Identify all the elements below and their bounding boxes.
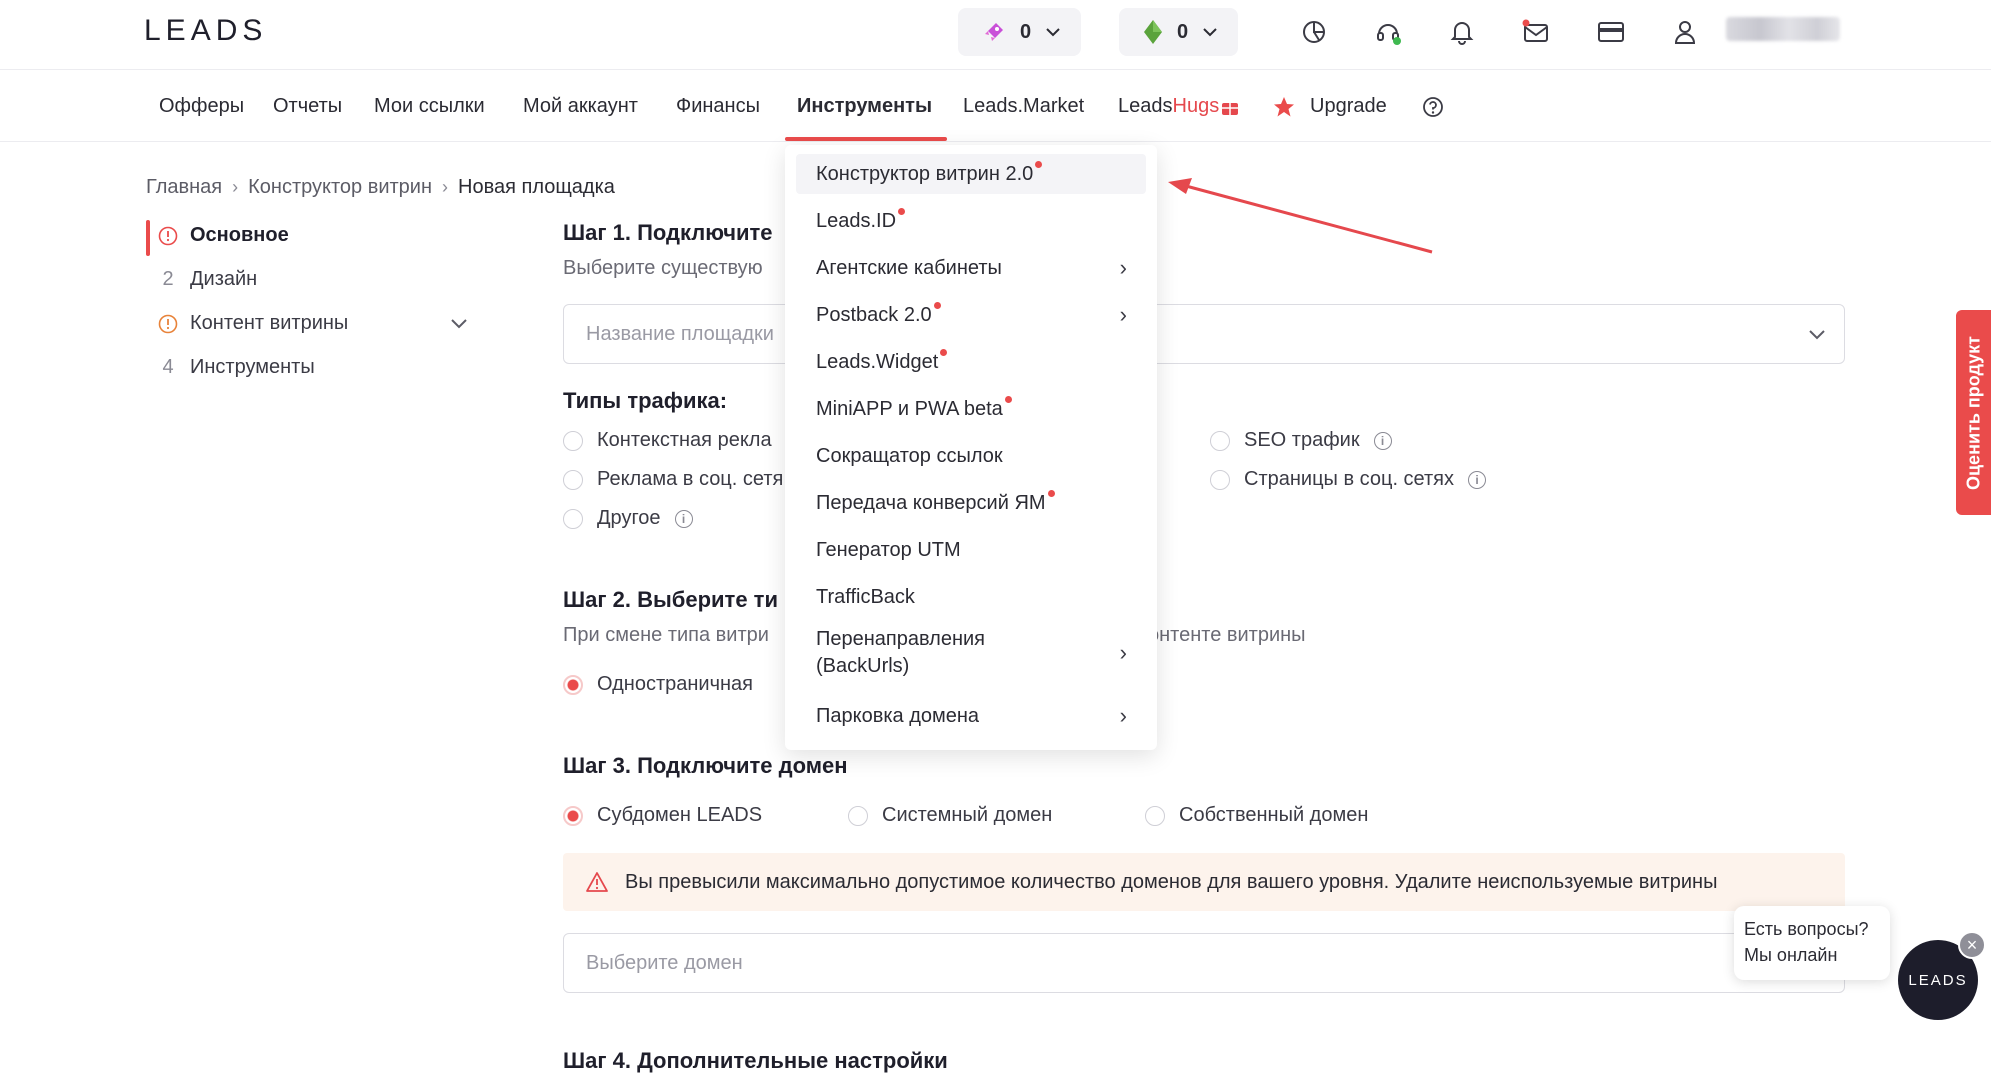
annotation-arrow	[1168, 178, 1433, 254]
